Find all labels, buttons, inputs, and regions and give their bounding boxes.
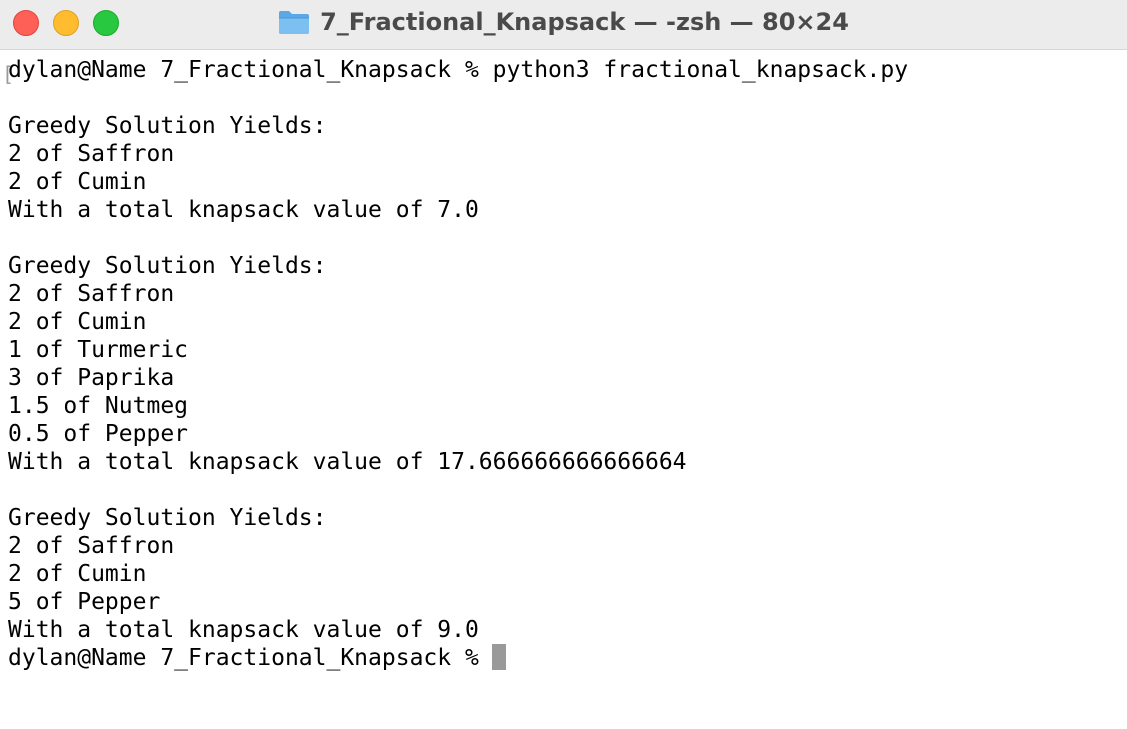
output-line: 2 of Cumin [8, 169, 147, 195]
mark-bracket: [ [2, 62, 15, 86]
output-line: Greedy Solution Yields: [8, 253, 327, 279]
output-line: 3 of Paprika [8, 365, 175, 391]
window-title-group: 7_Fractional_Knapsack — -zsh — 80×24 [0, 0, 1127, 44]
output-line: With a total knapsack value of 7.0 [8, 197, 479, 223]
prompt-line: dylan@Name 7_Fractional_Knapsack % [8, 644, 1127, 672]
output-line: With a total knapsack value of 17.666666… [8, 449, 687, 475]
output-line: 1.5 of Nutmeg [8, 393, 189, 419]
output-line: 2 of Cumin [8, 561, 147, 587]
text-cursor [491, 644, 506, 670]
output-line: With a total knapsack value of 9.0 [8, 617, 479, 643]
terminal-content[interactable]: [ dylan@Name 7_Fractional_Knapsack % pyt… [0, 56, 1127, 729]
output-line: 2 of Cumin [8, 309, 147, 335]
output-line: Greedy Solution Yields: [8, 113, 327, 139]
title-bar[interactable]: 7_Fractional_Knapsack — -zsh — 80×24 [0, 0, 1127, 50]
terminal-output: Greedy Solution Yields: 2 of Saffron 2 of … [8, 84, 1127, 644]
shell-prompt: dylan@Name 7_Fractional_Knapsack % [8, 645, 479, 671]
terminal-window: 7_Fractional_Knapsack — -zsh — 80×24 [ d… [0, 0, 1127, 729]
command-line: dylan@Name 7_Fractional_Knapsack % pytho… [8, 57, 909, 83]
output-line: Greedy Solution Yields: [8, 505, 327, 531]
output-line: 2 of Saffron [8, 141, 175, 167]
folder-icon [278, 9, 310, 35]
output-line: 2 of Saffron [8, 533, 175, 559]
output-line: 2 of Saffron [8, 281, 175, 307]
output-line: 1 of Turmeric [8, 337, 189, 363]
output-line: 5 of Pepper [8, 589, 161, 615]
output-line: 0.5 of Pepper [8, 421, 189, 447]
window-title: 7_Fractional_Knapsack — -zsh — 80×24 [320, 8, 849, 36]
